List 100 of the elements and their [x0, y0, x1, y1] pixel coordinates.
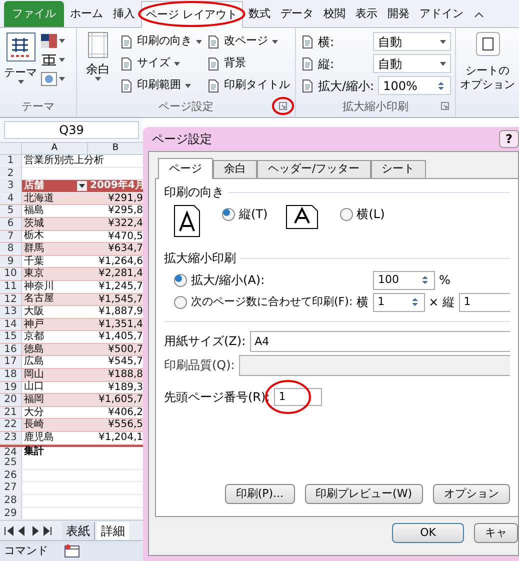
row-number[interactable]: 10	[0, 268, 22, 280]
ribbon-tab[interactable]: 開発	[384, 1, 414, 27]
table-cell-text: 徳島	[24, 344, 44, 356]
row-number[interactable]: 26	[0, 470, 22, 482]
row-number[interactable]: 8	[0, 243, 22, 255]
radio-label[interactable]: 次のページ数に合わせて印刷(F):	[191, 294, 353, 310]
row-number[interactable]: 29	[0, 508, 22, 520]
row-number[interactable]: 11	[0, 280, 22, 293]
column-header[interactable]: B	[88, 142, 143, 154]
dropdown-field[interactable]: 自動	[373, 32, 451, 51]
dropdown-field[interactable]: 自動	[373, 54, 451, 73]
ribbon-tab[interactable]: 表示	[352, 1, 382, 27]
table-cell: 集計	[24, 446, 44, 458]
ribbon-tab[interactable]: アドイン	[416, 1, 468, 27]
radio-button[interactable]	[222, 208, 235, 220]
radio-label[interactable]: 縦(T)	[239, 205, 268, 223]
cancel-button[interactable]: キャ	[474, 523, 518, 543]
spinner-arrows-icon[interactable]	[410, 295, 420, 309]
column-heading: 2009年4月	[89, 180, 145, 192]
paper-size-dropdown[interactable]: A4	[250, 330, 510, 352]
collapse-ribbon-icon[interactable]	[474, 11, 484, 19]
ok-button[interactable]: OK	[392, 523, 464, 543]
row-number[interactable]: 12	[0, 294, 22, 306]
sheet-options-button[interactable]: シートの オプション	[456, 28, 519, 117]
ribbon-command[interactable]: 背景	[206, 54, 290, 73]
table-cell-text: ¥1,204,1	[97, 432, 143, 444]
help-button[interactable]: ?	[499, 130, 519, 148]
row-number[interactable]: 21	[0, 406, 22, 418]
ribbon-tab[interactable]: 校閲	[320, 1, 350, 27]
radio-button[interactable]	[174, 296, 187, 308]
theme-effects-icon[interactable]	[41, 72, 57, 86]
table-cell-text: ¥1,351,4	[97, 318, 143, 330]
field-label: 縦:	[318, 56, 334, 72]
dialog-button[interactable]: 印刷プレビュー(W)	[304, 484, 423, 504]
row-number[interactable]: 9	[0, 256, 22, 268]
row-number[interactable]: 2	[0, 168, 22, 180]
dialog-button[interactable]: 印刷(P)...	[224, 484, 295, 504]
row-number[interactable]: 18	[0, 369, 22, 381]
row-number[interactable]: 4	[0, 192, 22, 204]
row-number[interactable]: 24	[0, 446, 22, 458]
dialog-tab[interactable]: シート	[370, 160, 426, 178]
filter-dropdown-icon[interactable]	[77, 180, 87, 191]
ribbon-command[interactable]: 印刷タイトル	[206, 76, 290, 95]
ribbon-command[interactable]: 印刷の向き	[118, 32, 202, 51]
row-number[interactable]: 27	[0, 482, 22, 494]
row-number[interactable]: 13	[0, 306, 22, 318]
theme-button[interactable]: テーマ	[4, 32, 37, 84]
row-number[interactable]: 15	[0, 331, 22, 343]
spinner-field[interactable]: 100%	[378, 76, 451, 95]
theme-colors-icon[interactable]	[41, 34, 57, 48]
first-page-number-field[interactable]: 1	[274, 388, 322, 406]
row-number[interactable]: 23	[0, 432, 22, 444]
row-number[interactable]: 14	[0, 318, 22, 330]
spinner-field[interactable]: 1	[458, 292, 510, 312]
ribbon-tab[interactable]: 挿入	[109, 1, 139, 27]
margins-button[interactable]: 余白	[80, 32, 115, 98]
row-number[interactable]: 3	[0, 180, 22, 192]
column-header[interactable]: A	[22, 142, 88, 154]
radio-button[interactable]	[174, 274, 187, 286]
spinner-arrows-icon[interactable]	[420, 273, 430, 287]
sheet-tab[interactable]: 表紙	[62, 522, 95, 540]
row-number[interactable]: 16	[0, 344, 22, 356]
dialog-launcher-icon[interactable]	[279, 102, 287, 110]
ribbon-tab[interactable]: 数式	[244, 1, 274, 27]
sheet-tab[interactable]: 詳細	[97, 522, 129, 540]
row-number[interactable]: 25	[0, 457, 22, 469]
dialog-button[interactable]: オプション	[433, 484, 510, 504]
page-icon	[118, 34, 133, 48]
ribbon-tab[interactable]: ファイル	[4, 1, 64, 27]
ribbon-tab[interactable]: データ	[276, 1, 318, 27]
row-number[interactable]: 5	[0, 205, 22, 217]
dialog-tab[interactable]: ページ	[158, 158, 213, 179]
spinner-field[interactable]: 100	[373, 270, 435, 290]
row-number[interactable]: 20	[0, 394, 22, 406]
sheet-options-icon	[476, 32, 500, 56]
ribbon-tab[interactable]: ホーム	[66, 1, 107, 27]
row-number[interactable]: 7	[0, 230, 22, 242]
dialog-tab[interactable]: 余白	[213, 160, 257, 178]
name-box[interactable]: Q39	[4, 120, 139, 139]
row-number[interactable]: 22	[0, 419, 22, 432]
theme-fonts-icon[interactable]	[41, 53, 57, 67]
ribbon-command[interactable]: サイズ	[118, 54, 202, 73]
macro-record-icon[interactable]	[64, 544, 80, 558]
dialog-launcher-icon[interactable]	[441, 102, 449, 110]
ribbon-command[interactable]: 改ページ	[206, 32, 290, 51]
row-number[interactable]: 28	[0, 495, 22, 507]
sheet-icon	[206, 34, 220, 48]
radio-button[interactable]	[340, 208, 353, 220]
row-number[interactable]: 1	[0, 154, 22, 167]
dialog-title: ページ設定	[151, 131, 212, 148]
row-number[interactable]: 19	[0, 382, 22, 394]
ribbon-command[interactable]: 印刷範囲	[118, 76, 202, 95]
row-number[interactable]: 17	[0, 356, 22, 368]
radio-label[interactable]: 拡大/縮小(A):	[191, 271, 369, 289]
dialog-tab[interactable]: ヘッダー/フッター	[257, 160, 371, 178]
row-number[interactable]: 6	[0, 218, 22, 230]
field-label: 用紙サイズ(Z):	[164, 333, 246, 350]
margins-icon	[88, 32, 108, 58]
radio-label[interactable]: 横(L)	[356, 205, 385, 223]
spinner-field[interactable]: 1	[372, 292, 425, 312]
